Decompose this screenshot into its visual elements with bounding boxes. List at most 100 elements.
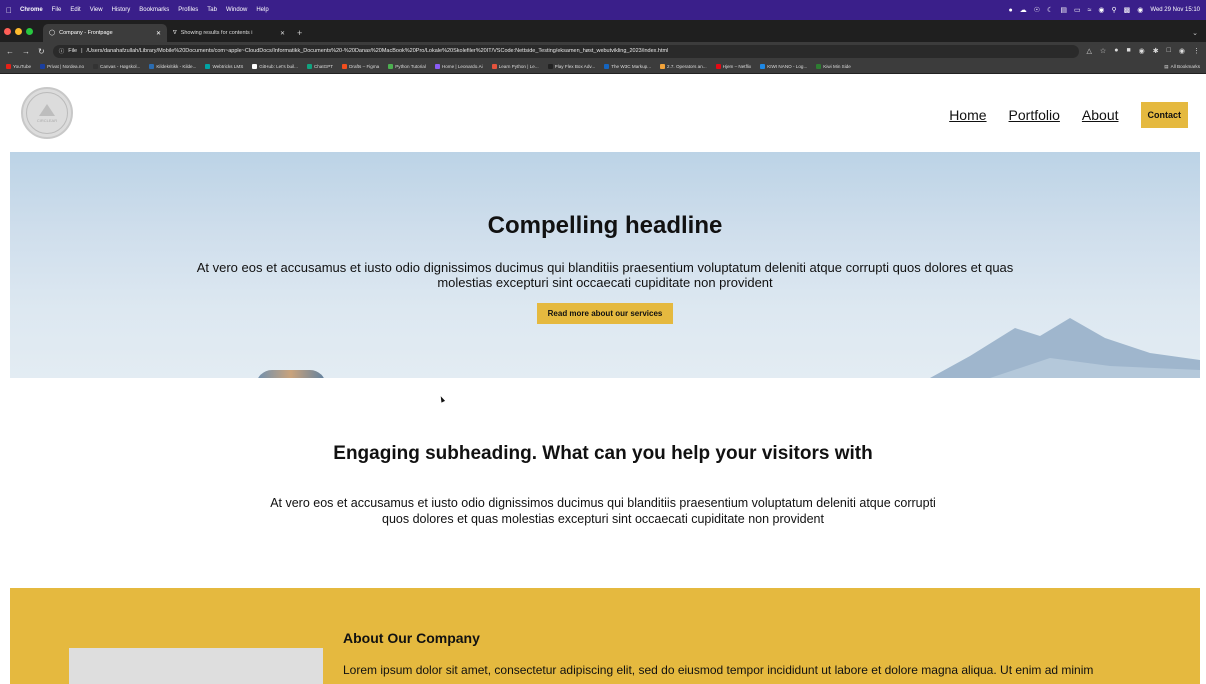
logo-text: CIRCLEAR bbox=[36, 117, 58, 123]
back-button[interactable]: ← bbox=[6, 47, 14, 56]
bookmark-item[interactable]: Kildekritikk - Kilde... bbox=[149, 64, 196, 69]
nav-portfolio[interactable]: Portfolio bbox=[1009, 107, 1060, 123]
menubar-datetime[interactable]: Wed 29 Nov 15:10 bbox=[1150, 7, 1200, 13]
extension-icon[interactable]: ● bbox=[1114, 47, 1118, 55]
mouse-cursor bbox=[438, 395, 446, 403]
target-icon[interactable]: ☉ bbox=[1034, 6, 1040, 14]
about-text: Lorem ipsum dolor sit amet, consectetur … bbox=[343, 663, 1094, 677]
bookmark-item[interactable]: Privat | Nordea.no bbox=[40, 64, 84, 69]
extension-icon[interactable]: ◉ bbox=[1139, 47, 1145, 55]
record-icon[interactable]: ● bbox=[1009, 7, 1013, 14]
menu-window[interactable]: Window bbox=[226, 7, 247, 13]
bookmark-item[interactable]: Webtricks LMS bbox=[205, 64, 243, 69]
all-bookmarks-button[interactable]: ▤ All Bookmarks bbox=[1164, 64, 1200, 70]
hero-text: At vero eos et accusamus et iusto odio d… bbox=[196, 260, 1014, 290]
bookmark-item[interactable]: ChatGPT bbox=[306, 64, 333, 69]
menu-profiles[interactable]: Profiles bbox=[178, 7, 198, 13]
apple-icon[interactable]:  bbox=[6, 6, 12, 15]
menu-bookmarks[interactable]: Bookmarks bbox=[139, 7, 169, 13]
contact-button[interactable]: Contact bbox=[1140, 102, 1188, 128]
site-nav: Home Portfolio About Contact bbox=[949, 102, 1188, 128]
bookmark-icon bbox=[93, 64, 99, 69]
browser-toolbar: ← → ↻ ⓘ File | /Users/danahafzullah/Libr… bbox=[0, 42, 1206, 60]
info-icon[interactable]: ⓘ bbox=[59, 47, 65, 55]
bookmark-item[interactable]: Python Tutorial bbox=[388, 64, 426, 69]
cloud-icon[interactable]: ☁ bbox=[1020, 6, 1027, 14]
chevron-down-icon[interactable]: ⌄ bbox=[1192, 24, 1198, 42]
moon-icon[interactable]: ☾ bbox=[1047, 6, 1053, 14]
site-logo[interactable]: CIRCLEAR bbox=[21, 87, 73, 139]
menu-history[interactable]: History bbox=[112, 7, 131, 13]
bookmark-item[interactable]: Learn Python | Le... bbox=[491, 64, 539, 69]
address-bar[interactable]: ⓘ File | /Users/danahafzullah/Library/Mo… bbox=[52, 44, 1079, 58]
control-center-icon[interactable]: ▩ bbox=[1124, 6, 1131, 14]
new-tab-button[interactable]: + bbox=[297, 24, 302, 42]
browser-tab-strip: ◯ Company - Frontpage ✕ ∇ Showing result… bbox=[0, 20, 1206, 42]
bookmark-icon bbox=[40, 64, 46, 69]
bookmark-item[interactable]: 2.7. Operators an... bbox=[660, 64, 707, 69]
vscode-icon: ∇ bbox=[173, 30, 177, 36]
about-image-placeholder bbox=[69, 648, 323, 684]
macos-menubar:  Chrome File Edit View History Bookmark… bbox=[0, 0, 1206, 20]
wifi-icon[interactable]: ≈ bbox=[1088, 7, 1092, 14]
read-more-button[interactable]: Read more about our services bbox=[537, 303, 673, 324]
battery-icon[interactable]: ▭ bbox=[1074, 6, 1081, 14]
menu-edit[interactable]: Edit bbox=[70, 7, 80, 13]
subheading-text: At vero eos et accusamus et iusto odio d… bbox=[270, 496, 936, 526]
siri-icon[interactable]: ◉ bbox=[1137, 6, 1143, 14]
minimize-window-button[interactable] bbox=[15, 27, 22, 35]
extension-icon[interactable]: ■ bbox=[1126, 47, 1130, 55]
close-icon[interactable]: ✕ bbox=[156, 30, 161, 37]
youtube-icon bbox=[6, 64, 11, 69]
bookmark-item[interactable]: Canvas - Høgskol... bbox=[93, 64, 140, 69]
bookmark-item[interactable]: Hjem – Netflix bbox=[715, 64, 751, 69]
forward-button[interactable]: → bbox=[22, 47, 30, 56]
about-title: About Our Company bbox=[343, 630, 480, 646]
figma-icon bbox=[342, 64, 348, 69]
menu-extra-icon[interactable]: ▤ bbox=[1060, 6, 1067, 14]
tab-company-frontpage[interactable]: ◯ Company - Frontpage ✕ bbox=[43, 24, 167, 42]
hero-mountain-image bbox=[930, 318, 1200, 378]
bookmark-item[interactable]: YouTube bbox=[6, 64, 31, 69]
menu-app-name[interactable]: Chrome bbox=[20, 7, 43, 13]
bookmark-icon bbox=[604, 64, 610, 69]
reload-button[interactable]: ↻ bbox=[38, 47, 45, 56]
bookmark-item[interactable]: The W3C Markup... bbox=[604, 64, 651, 69]
menu-view[interactable]: View bbox=[90, 7, 103, 13]
bookmark-item[interactable]: Drafts – Figma bbox=[342, 64, 379, 69]
netflix-icon bbox=[715, 64, 721, 69]
user-icon[interactable]: ◉ bbox=[1098, 6, 1104, 14]
toolbar-actions: △ ☆ ● ■ ◉ ✱ □ ◉ ⋮ bbox=[1087, 47, 1200, 55]
tab-search-results[interactable]: ∇ Showing results for contents i ✕ bbox=[167, 24, 291, 42]
sidepanel-icon[interactable]: □ bbox=[1167, 47, 1171, 55]
close-icon[interactable]: ✕ bbox=[280, 30, 285, 37]
kebab-menu-icon[interactable]: ⋮ bbox=[1193, 47, 1200, 55]
bookmark-icon bbox=[149, 64, 155, 69]
bookmark-icon bbox=[205, 64, 211, 69]
bookmark-item[interactable]: Home | Leonardo.Ai bbox=[434, 64, 483, 69]
close-window-button[interactable] bbox=[4, 27, 11, 35]
star-icon[interactable]: ☆ bbox=[1100, 47, 1106, 55]
share-icon[interactable]: △ bbox=[1087, 47, 1092, 55]
bookmark-icon bbox=[434, 64, 440, 69]
bookmark-item[interactable]: GitHub: Let's buil... bbox=[252, 64, 298, 69]
profile-icon[interactable]: ◉ bbox=[1179, 47, 1185, 55]
menu-tab[interactable]: Tab bbox=[207, 7, 217, 13]
tab-label: Showing results for contents i bbox=[180, 30, 253, 36]
bookmark-item[interactable]: Play Flex Box Adv... bbox=[547, 64, 595, 69]
menu-file[interactable]: File bbox=[52, 7, 62, 13]
puzzle-icon[interactable]: ✱ bbox=[1153, 47, 1159, 55]
nav-home[interactable]: Home bbox=[949, 107, 986, 123]
menu-help[interactable]: Help bbox=[256, 7, 268, 13]
globe-icon: ◯ bbox=[49, 30, 56, 36]
zoom-window-button[interactable] bbox=[26, 27, 33, 35]
web-page: CIRCLEAR Home Portfolio About Contact Co… bbox=[0, 74, 1206, 684]
about-section: About Our Company Lorem ipsum dolor sit … bbox=[10, 588, 1200, 684]
address-url: /Users/danahafzullah/Library/Mobile%20Do… bbox=[86, 48, 669, 54]
subheading-title: Engaging subheading. What can you help y… bbox=[333, 443, 873, 464]
search-icon[interactable]: ⚲ bbox=[1112, 6, 1117, 14]
nav-about[interactable]: About bbox=[1082, 107, 1119, 123]
bookmark-item[interactable]: KIWI NANO - Log... bbox=[760, 64, 807, 69]
hero-balloon-image bbox=[256, 370, 326, 378]
bookmark-item[interactable]: Kiwi Min Side bbox=[816, 64, 851, 69]
